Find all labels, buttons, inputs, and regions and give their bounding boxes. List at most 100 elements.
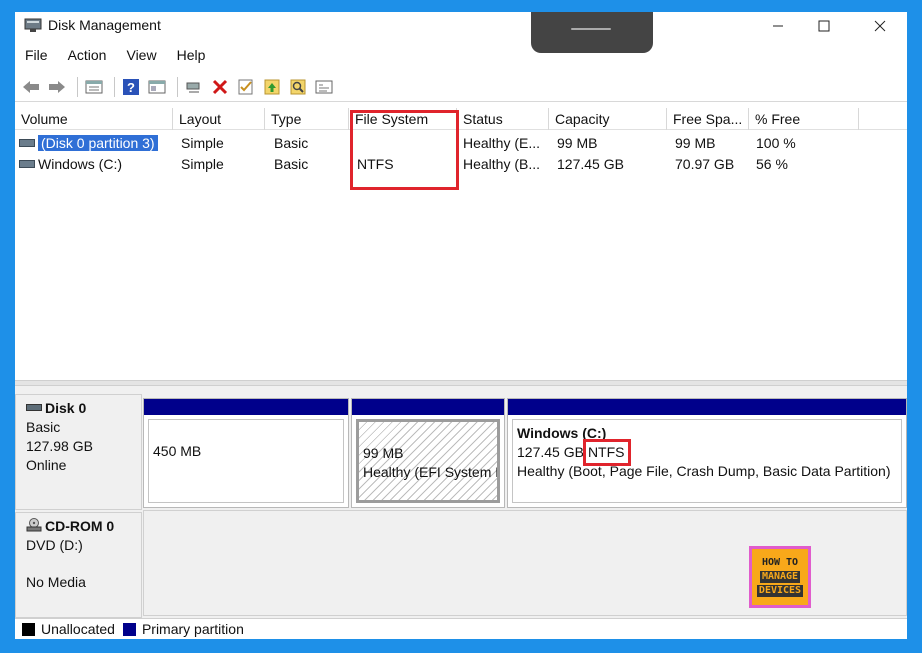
- disk-0-title: Disk 0: [26, 399, 141, 418]
- connect-button[interactable]: [183, 76, 205, 98]
- partition-size: 450 MB: [153, 443, 202, 459]
- cell-layout: Simple: [181, 135, 224, 151]
- cell-type: Basic: [274, 135, 309, 151]
- ntfs-highlight-box: [582, 439, 631, 466]
- help-button[interactable]: ?: [120, 76, 142, 98]
- properties-list-icon: [85, 80, 103, 93]
- partition-windows-c[interactable]: Windows (C:) 127.45 GB NTFS Healthy (Boot…: [507, 398, 907, 508]
- partition-body-selected: 99 MB Healthy (EFI System P: [356, 419, 500, 503]
- column-header-type[interactable]: Type: [265, 108, 349, 130]
- volume-list: Volume Layout Type File System Status Ca…: [15, 108, 907, 380]
- disk-management-window: Disk Management File Action View Help ? …: [15, 12, 907, 639]
- cdrom-icon: [26, 518, 42, 532]
- disk-0-name: Disk 0: [45, 400, 87, 416]
- check-button[interactable]: [235, 76, 257, 98]
- refresh-button[interactable]: [313, 76, 335, 98]
- partition-size: 99 MB: [363, 445, 404, 461]
- volume-icon: [19, 139, 35, 148]
- forward-button[interactable]: [46, 76, 68, 98]
- show-hide-pane-icon: [148, 80, 166, 93]
- logo-line-1: HOW TO: [761, 557, 799, 568]
- partition-size: 127.45 GB: [517, 444, 584, 460]
- partition-status: Healthy (Boot, Page File, Crash Dump, Ba…: [517, 463, 891, 479]
- cdrom-0-state: No Media: [26, 574, 86, 590]
- delete-icon: [212, 79, 228, 94]
- partition-efi[interactable]: 99 MB Healthy (EFI System P: [351, 398, 505, 508]
- volume-list-header: Volume Layout Type File System Status Ca…: [15, 108, 907, 130]
- column-header-percent-free[interactable]: % Free: [749, 108, 859, 130]
- menu-view[interactable]: View: [116, 43, 166, 67]
- back-icon: [23, 80, 39, 93]
- cell-percent-free: 100 %: [756, 135, 796, 151]
- snap-grip-handle[interactable]: [531, 12, 653, 53]
- disk-0-size: 127.98 GB: [26, 438, 93, 454]
- delete-button[interactable]: [209, 76, 231, 98]
- column-header-capacity[interactable]: Capacity: [549, 108, 667, 130]
- logo-inner: HOW TO MANAGE DEVICES: [752, 549, 808, 605]
- column-header-layout[interactable]: Layout: [173, 108, 265, 130]
- cdrom-0-title: CD-ROM 0: [26, 517, 141, 536]
- cell-capacity: 99 MB: [557, 135, 598, 151]
- menu-file[interactable]: File: [15, 43, 58, 67]
- disk-icon: [26, 403, 42, 411]
- disk-0-state: Online: [26, 457, 67, 473]
- back-button[interactable]: [20, 76, 42, 98]
- rescan-icon: [264, 79, 280, 94]
- check-icon: [238, 79, 253, 94]
- cell-free-space: 99 MB: [675, 135, 716, 151]
- partition-fs-highlight: NTFS: [582, 439, 631, 466]
- cell-status: Healthy (E...: [463, 135, 541, 151]
- volume-icon: [19, 160, 35, 169]
- column-header-free-space[interactable]: Free Spa...: [667, 108, 749, 130]
- logo-line-3: DEVICES: [756, 585, 804, 597]
- column-header-status[interactable]: Status: [457, 108, 549, 130]
- partition-type-bar: [352, 399, 504, 415]
- volume-name: Windows (C:): [38, 156, 123, 172]
- search-icon: [290, 79, 306, 94]
- unallocated-swatch: [22, 622, 35, 636]
- cell-volume: (Disk 0 partition 3): [15, 133, 173, 154]
- rescan-button[interactable]: [261, 76, 283, 98]
- how-to-manage-devices-logo: HOW TO MANAGE DEVICES: [749, 546, 811, 608]
- legend-bar: Unallocated Primary partition: [15, 618, 907, 639]
- minimize-button[interactable]: [755, 12, 801, 40]
- legend-unallocated: Unallocated: [41, 621, 115, 637]
- window-title: Disk Management: [48, 17, 161, 33]
- disk-0-label[interactable]: Disk 0 Basic 127.98 GB Online: [15, 394, 142, 510]
- menu-action[interactable]: Action: [58, 43, 117, 67]
- cell-percent-free: 56 %: [756, 156, 788, 172]
- svg-text:?: ?: [127, 80, 135, 95]
- cell-free-space: 70.97 GB: [675, 156, 735, 172]
- partition-body: 450 MB: [148, 419, 344, 503]
- table-row[interactable]: (Disk 0 partition 3) Simple Basic Health…: [15, 133, 907, 154]
- toolbar: ?: [15, 72, 907, 102]
- partition-450mb[interactable]: 450 MB: [143, 398, 349, 508]
- search-button[interactable]: [287, 76, 309, 98]
- menu-bar: File Action View Help: [15, 43, 215, 67]
- partition-type-bar: [144, 399, 348, 415]
- legend-primary-partition: Primary partition: [141, 621, 244, 637]
- disk-management-app-icon: [24, 18, 42, 32]
- maximize-button[interactable]: [801, 12, 847, 40]
- table-row[interactable]: Windows (C:) Simple Basic NTFS Healthy (…: [15, 154, 907, 175]
- cell-status: Healthy (B...: [463, 156, 541, 172]
- help-icon: ?: [123, 78, 139, 95]
- refresh-icon: [315, 80, 333, 93]
- minimize-icon: [773, 25, 783, 27]
- primary-partition-swatch: [122, 622, 136, 636]
- cell-capacity: 127.45 GB: [557, 156, 624, 172]
- toolbar-separator: [177, 76, 178, 97]
- cell-layout: Simple: [181, 156, 224, 172]
- partition-body: Windows (C:) 127.45 GB NTFS Healthy (Boot…: [512, 419, 902, 503]
- partition-status: Healthy (EFI System P: [363, 464, 500, 480]
- show-hide-pane-button[interactable]: [146, 76, 168, 98]
- properties-list-button[interactable]: [83, 76, 105, 98]
- menu-help[interactable]: Help: [167, 43, 216, 67]
- close-button[interactable]: [857, 12, 903, 40]
- cdrom-0-type: DVD (D:): [26, 537, 83, 553]
- cdrom-0-label[interactable]: CD-ROM 0 DVD (D:) No Media: [15, 512, 142, 618]
- partition-title: Windows (C:): [517, 425, 607, 441]
- toolbar-separator: [114, 76, 115, 97]
- volume-name: (Disk 0 partition 3): [38, 135, 158, 151]
- column-header-volume[interactable]: Volume: [15, 108, 173, 130]
